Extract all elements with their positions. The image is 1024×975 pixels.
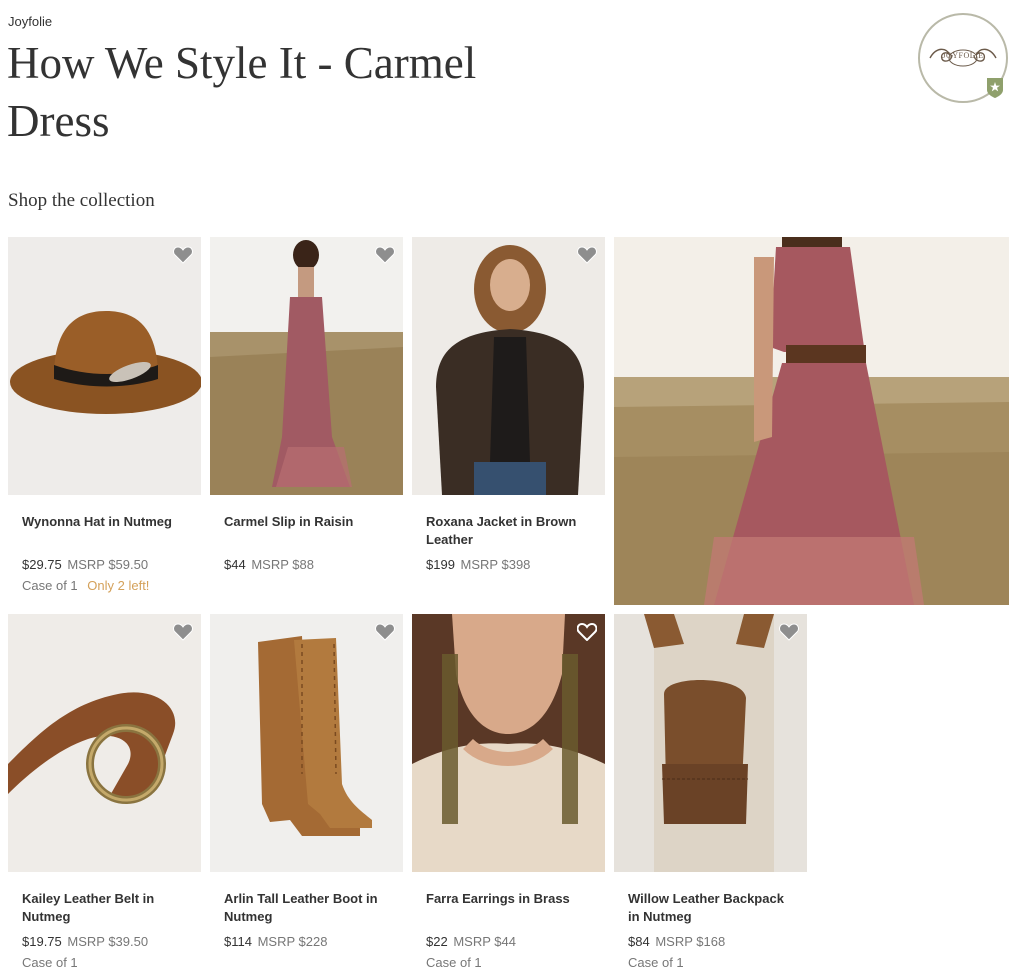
product-card[interactable]: Wynonna Hat in Nutmeg $29.75 MSRP $59.50… (8, 237, 201, 593)
product-price: $19.75 (22, 934, 62, 949)
heart-icon[interactable] (173, 623, 193, 641)
product-image[interactable] (8, 237, 201, 495)
product-msrp: MSRP $59.50 (67, 557, 149, 572)
product-image[interactable] (210, 237, 403, 495)
price-line: $44 MSRP $88 (224, 557, 389, 572)
product-name[interactable]: Arlin Tall Leather Boot in Nutmeg (224, 890, 389, 926)
page-title: How We Style It - Carmel Dress (7, 38, 477, 146)
product-msrp: MSRP $39.50 (67, 934, 149, 949)
case-size: Case of 1 (426, 955, 482, 970)
case-line: Case of 1 (22, 955, 187, 970)
dress-image (210, 237, 403, 495)
shield-icon (987, 78, 1003, 98)
hero-image (614, 237, 1009, 605)
product-price: $114 (224, 934, 252, 949)
product-card[interactable]: Carmel Slip in Raisin $44 MSRP $88 (210, 237, 403, 572)
brand-link[interactable]: Joyfolie (8, 14, 52, 29)
product-price: $84 (628, 934, 650, 949)
dress-lifestyle-image (614, 237, 1009, 605)
product-price: $44 (224, 557, 246, 572)
product-name[interactable]: Willow Leather Backpack in Nutmeg (628, 890, 793, 926)
jacket-image (412, 237, 605, 495)
product-image[interactable] (210, 614, 403, 872)
price-line: $199 MSRP $398 (426, 557, 591, 572)
case-size: Case of 1 (22, 578, 78, 593)
price-line: $84 MSRP $168 (628, 934, 793, 949)
product-price: $199 (426, 557, 455, 572)
heart-icon[interactable] (577, 246, 597, 264)
case-size: Case of 1 (22, 955, 78, 970)
brand-badge[interactable]: JOYFOLIE (918, 13, 1008, 103)
heart-icon[interactable] (779, 623, 799, 641)
heart-icon[interactable] (375, 623, 395, 641)
price-line: $19.75 MSRP $39.50 (22, 934, 187, 949)
belt-image (8, 614, 201, 872)
product-msrp: MSRP $228 (257, 934, 328, 949)
stock-warning: Only 2 left! (87, 578, 150, 593)
product-name[interactable]: Carmel Slip in Raisin (224, 513, 389, 549)
product-msrp: MSRP $44 (453, 934, 516, 949)
section-title: Shop the collection (8, 190, 155, 211)
backpack-image (614, 614, 807, 872)
case-line: Case of 1 Only 2 left! (22, 578, 187, 593)
product-card[interactable]: Roxana Jacket in Brown Leather $199 MSRP… (412, 237, 605, 572)
heart-icon[interactable] (173, 246, 193, 264)
earrings-image (412, 614, 605, 872)
price-line: $22 MSRP $44 (426, 934, 591, 949)
product-name[interactable]: Kailey Leather Belt in Nutmeg (22, 890, 187, 926)
product-card[interactable]: Farra Earrings in Brass $22 MSRP $44 Cas… (412, 614, 605, 970)
product-card[interactable]: Willow Leather Backpack in Nutmeg $84 MS… (614, 614, 807, 970)
product-price: $22 (426, 934, 448, 949)
product-msrp: MSRP $398 (460, 557, 531, 572)
product-image[interactable] (8, 614, 201, 872)
product-msrp: MSRP $88 (251, 557, 314, 572)
heart-icon[interactable] (375, 246, 395, 264)
product-card[interactable]: Kailey Leather Belt in Nutmeg $19.75 MSR… (8, 614, 201, 970)
case-line: Case of 1 (628, 955, 793, 970)
boot-image (210, 614, 403, 872)
product-card[interactable]: Arlin Tall Leather Boot in Nutmeg $114 M… (210, 614, 403, 949)
product-image[interactable] (412, 237, 605, 495)
product-name[interactable]: Wynonna Hat in Nutmeg (22, 513, 187, 549)
price-line: $29.75 MSRP $59.50 (22, 557, 187, 572)
product-name[interactable]: Farra Earrings in Brass (426, 890, 591, 926)
price-line: $114 MSRP $228 (224, 934, 389, 949)
hat-image (8, 237, 201, 495)
heart-icon[interactable] (577, 623, 597, 641)
case-line: Case of 1 (426, 955, 591, 970)
case-size: Case of 1 (628, 955, 684, 970)
product-msrp: MSRP $168 (655, 934, 726, 949)
product-price: $29.75 (22, 557, 62, 572)
product-name[interactable]: Roxana Jacket in Brown Leather (426, 513, 591, 549)
product-image[interactable] (614, 614, 807, 872)
product-image[interactable] (412, 614, 605, 872)
badge-text: JOYFOLIE (942, 51, 984, 60)
